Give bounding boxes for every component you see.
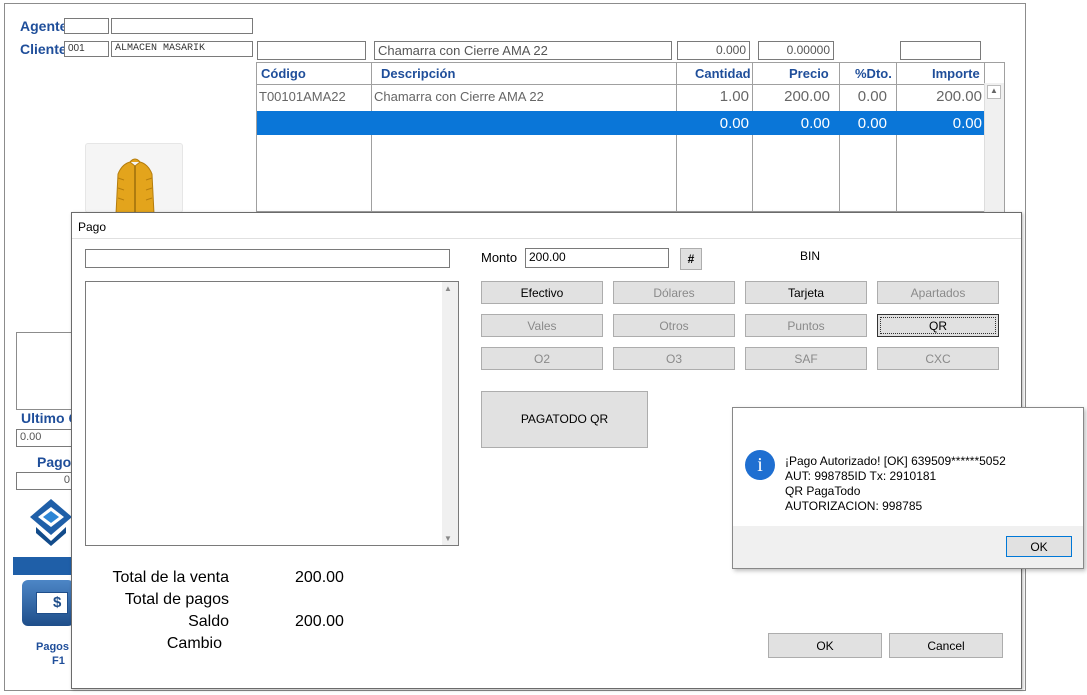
scroll-up-icon[interactable]: ▲ xyxy=(987,85,1001,99)
cliente-name-input[interactable]: ALMACEN MASARIK xyxy=(111,41,253,57)
o2-button[interactable]: O2 xyxy=(481,347,603,370)
pagos-key-label: F1 xyxy=(52,655,65,667)
descripcion-entry-input[interactable]: Chamarra con Cierre AMA 22 xyxy=(374,41,672,60)
sel-precio: 0.00 xyxy=(800,115,830,132)
cliente-label: Cliente xyxy=(20,41,67,57)
reference-input[interactable] xyxy=(85,249,450,268)
payments-list[interactable]: ▲ ▼ xyxy=(85,281,459,546)
pago-dialog-title: Pago xyxy=(72,213,1021,239)
total-venta-label: Total de la venta xyxy=(112,569,229,586)
tarjeta-button[interactable]: Tarjeta xyxy=(745,281,867,304)
col-divider xyxy=(897,63,985,213)
efectivo-button[interactable]: Efectivo xyxy=(481,281,603,304)
dolares-button[interactable]: Dólares xyxy=(613,281,735,304)
col-header-cantidad[interactable]: Cantidad xyxy=(695,63,751,85)
col-divider xyxy=(257,63,372,213)
bin-label: BIN xyxy=(800,249,821,263)
sel-cantidad: 0.00 xyxy=(719,115,749,132)
pagos-label: Pago xyxy=(37,454,72,470)
col-divider xyxy=(840,63,897,213)
monto-label: Monto xyxy=(481,250,518,265)
cantidad-entry-input[interactable]: 0.000 xyxy=(677,41,750,60)
agente-label: Agente xyxy=(20,18,68,34)
importe-entry-input[interactable] xyxy=(900,41,981,60)
authorization-message-box: i ¡Pago Autorizado! [OK] 639509******505… xyxy=(732,407,1084,569)
col-header-precio[interactable]: Precio xyxy=(789,63,829,85)
message-ok-button[interactable]: OK xyxy=(1006,536,1072,557)
precio-entry-input[interactable]: 0.00000 xyxy=(758,41,834,60)
sel-importe: 0.00 xyxy=(952,115,982,132)
cell-cantidad: 1.00 xyxy=(719,88,749,105)
agente-code-input[interactable] xyxy=(64,18,109,34)
dollar-symbol: $ xyxy=(53,594,62,611)
cell-precio: 200.00 xyxy=(784,88,830,105)
otros-button[interactable]: Otros xyxy=(613,314,735,337)
ultimo-input[interactable]: 0.00 xyxy=(16,429,74,447)
cell-importe: 200.00 xyxy=(936,88,982,105)
company-logo xyxy=(28,497,74,547)
cambio-label: Cambio xyxy=(166,635,222,652)
col-header-dto[interactable]: %Dto. xyxy=(855,63,892,85)
scroll-up-icon[interactable]: ▲ xyxy=(444,284,452,293)
o3-button[interactable]: O3 xyxy=(613,347,735,370)
scroll-down-icon[interactable]: ▼ xyxy=(444,534,452,543)
message-line-4: AUTORIZACION: 998785 xyxy=(785,499,923,513)
cell-dto: 0.00 xyxy=(857,88,887,105)
cancel-button[interactable]: Cancel xyxy=(889,633,1003,658)
cell-codigo: T00101AMA22 xyxy=(259,89,346,104)
agente-name-input[interactable] xyxy=(111,18,253,34)
saf-button[interactable]: SAF xyxy=(745,347,867,370)
payments-scrollbar[interactable]: ▲ ▼ xyxy=(442,282,458,545)
selected-row[interactable]: 0.00 0.00 0.00 0.00 xyxy=(257,111,985,135)
ok-button[interactable]: OK xyxy=(768,633,882,658)
message-footer: OK xyxy=(733,526,1083,568)
col-divider xyxy=(753,63,840,213)
col-divider xyxy=(677,63,753,213)
vales-button[interactable]: Vales xyxy=(481,314,603,337)
qr-button[interactable]: QR xyxy=(877,314,999,337)
customer-photo-box xyxy=(16,332,74,410)
info-icon: i xyxy=(745,450,775,480)
col-header-descripcion[interactable]: Descripción xyxy=(381,63,455,85)
saldo-value: 200.00 xyxy=(295,613,344,630)
col-divider xyxy=(372,63,677,213)
pagatodo-qr-button[interactable]: PAGATODO QR xyxy=(481,391,648,448)
hash-button[interactable]: # xyxy=(680,248,702,270)
apartados-button[interactable]: Apartados xyxy=(877,281,999,304)
codigo-entry-input[interactable] xyxy=(257,41,366,60)
dollar-icon: $ xyxy=(36,592,68,614)
cliente-code-input[interactable]: 001 xyxy=(64,41,109,57)
saldo-label: Saldo xyxy=(188,613,229,630)
puntos-button[interactable]: Puntos xyxy=(745,314,867,337)
pos-window: Agente Cliente 001 ALMACEN MASARIK Chama… xyxy=(0,0,1087,695)
product-image xyxy=(85,143,183,213)
col-header-codigo[interactable]: Código xyxy=(261,63,306,85)
pagos-button[interactable]: $ xyxy=(22,580,74,626)
monto-input[interactable]: 200.00 xyxy=(525,248,669,268)
message-line-3: QR PagaTodo xyxy=(785,484,861,498)
items-grid[interactable]: Código Descripción Cantidad Precio %Dto.… xyxy=(256,62,1005,213)
total-pagos-label: Total de pagos xyxy=(124,591,229,608)
cxc-button[interactable]: CXC xyxy=(877,347,999,370)
pagos-input[interactable]: 0 xyxy=(16,472,74,490)
col-header-importe[interactable]: Importe xyxy=(932,63,980,85)
cell-descripcion: Chamarra con Cierre AMA 22 xyxy=(374,89,544,104)
message-line-2: AUT: 998785ID Tx: 2910181 xyxy=(785,469,937,483)
sel-dto: 0.00 xyxy=(857,115,887,132)
message-line-1: ¡Pago Autorizado! [OK] 639509******5052 xyxy=(785,454,1006,468)
total-venta-value: 200.00 xyxy=(295,569,344,586)
blue-bar xyxy=(13,557,74,575)
ultimo-label: Ultimo C xyxy=(21,410,79,426)
grid-scrollbar[interactable]: ▲ xyxy=(984,83,1004,213)
message-text: ¡Pago Autorizado! [OK] 639509******5052 … xyxy=(785,454,1006,514)
